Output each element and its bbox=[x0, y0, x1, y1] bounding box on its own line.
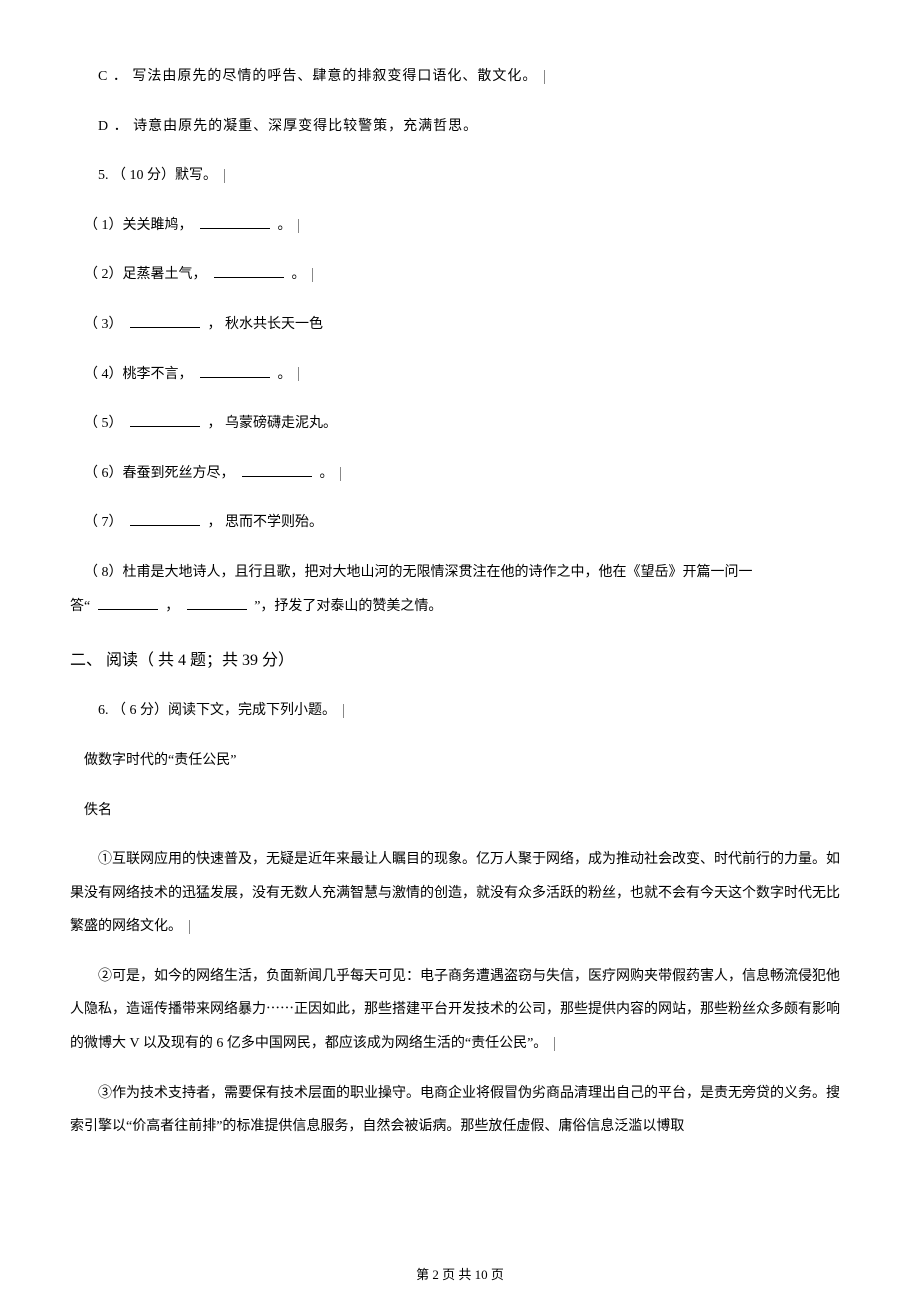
q6-paragraph-2: ②可是，如今的网络生活，负面新闻几乎每天可见：电子商务遭遇盗窃与失信，医疗网购夹… bbox=[70, 960, 850, 1061]
q5-heading-text: 5. （ 10 分）默写。 bbox=[98, 168, 217, 183]
section-2-heading: 二、 阅读（ 共 4 题；共 39 分） bbox=[70, 643, 850, 678]
q5-item-8-c: ， bbox=[165, 599, 179, 614]
q5-item-5: （ 5） ， 乌蒙磅礴走泥丸。 bbox=[70, 407, 850, 441]
q5-item-1: （ 1）关关雎鸠， 。 bbox=[70, 209, 850, 243]
section-2-text: 二、 阅读（ 共 4 题；共 39 分） bbox=[70, 652, 294, 669]
q6-p2-text: ②可是，如今的网络生活，负面新闻几乎每天可见：电子商务遭遇盗窃与失信，医疗网购夹… bbox=[70, 969, 840, 1051]
option-d-text: D ． 诗意由原先的凝重、深厚变得比较警策，充满哲思。 bbox=[98, 119, 478, 134]
q5-item-8-line2: 答“ ， ”，抒发了对泰山的赞美之情。 bbox=[70, 590, 850, 624]
tick-mark bbox=[339, 467, 341, 481]
q5-item-8-line1: （ 8）杜甫是大地诗人，且行且歌，把对大地山河的无限情深贯注在他的诗作之中，他在… bbox=[70, 556, 850, 590]
tick-mark bbox=[188, 920, 190, 934]
option-d: D ． 诗意由原先的凝重、深厚变得比较警策，充满哲思。 bbox=[70, 110, 850, 144]
tick-mark bbox=[543, 70, 545, 84]
q5-item-1-pre: （ 1）关关雎鸠， bbox=[84, 218, 193, 233]
blank-input[interactable] bbox=[200, 215, 270, 229]
option-c-text: C ． 写法由原先的尽情的呼告、肆意的排叙变得口语化、散文化。 bbox=[98, 69, 537, 84]
tick-mark bbox=[297, 367, 299, 381]
q5-item-2-pre: （ 2）足蒸暑土气， bbox=[84, 267, 207, 282]
blank-input[interactable] bbox=[187, 596, 247, 610]
q5-heading: 5. （ 10 分）默写。 bbox=[70, 159, 850, 193]
q6-title-text: 做数字时代的“责任公民” bbox=[84, 753, 236, 768]
tick-mark bbox=[223, 169, 225, 183]
page-number: 第 2 页 共 10 页 bbox=[416, 1267, 504, 1282]
q5-item-1-post: 。 bbox=[278, 218, 292, 233]
q6-heading-text: 6. （ 6 分）阅读下文，完成下列小题。 bbox=[98, 703, 336, 718]
q5-item-3-pre: （ 3） bbox=[84, 317, 123, 332]
q5-item-6-pre: （ 6）春蚕到死丝方尽， bbox=[84, 466, 235, 481]
q6-p3-text: ③作为技术支持者，需要保有技术层面的职业操守。电商企业将假冒伪劣商品清理出自己的… bbox=[70, 1086, 840, 1135]
q5-item-2: （ 2）足蒸暑土气， 。 bbox=[70, 258, 850, 292]
blank-input[interactable] bbox=[98, 596, 158, 610]
q5-item-3-post: ， 秋水共长天一色 bbox=[208, 317, 324, 332]
blank-input[interactable] bbox=[214, 264, 284, 278]
tick-mark bbox=[342, 704, 344, 718]
blank-input[interactable] bbox=[200, 364, 270, 378]
option-c: C ． 写法由原先的尽情的呼告、肆意的排叙变得口语化、散文化。 bbox=[70, 60, 850, 94]
q5-item-8-text: （ 8）杜甫是大地诗人，且行且歌，把对大地山河的无限情深贯注在他的诗作之中，他在… bbox=[84, 565, 753, 580]
q5-item-8-d: ”，抒发了对泰山的赞美之情。 bbox=[254, 599, 442, 614]
q5-item-7-pre: （ 7） bbox=[84, 515, 123, 530]
q5-item-2-post: 。 bbox=[292, 267, 306, 282]
q6-heading: 6. （ 6 分）阅读下文，完成下列小题。 bbox=[70, 694, 850, 728]
q6-passage-title: 做数字时代的“责任公民” bbox=[70, 744, 850, 778]
tick-mark bbox=[297, 219, 299, 233]
q5-item-8-b: 答“ bbox=[70, 599, 90, 614]
page-footer: 第 2 页 共 10 页 bbox=[0, 1264, 920, 1283]
blank-input[interactable] bbox=[130, 314, 200, 328]
tick-mark bbox=[311, 268, 313, 282]
tick-mark bbox=[553, 1037, 555, 1051]
q6-paragraph-3: ③作为技术支持者，需要保有技术层面的职业操守。电商企业将假冒伪劣商品清理出自己的… bbox=[70, 1077, 850, 1144]
q5-item-7-post: ， 思而不学则殆。 bbox=[208, 515, 324, 530]
q6-paragraph-1: ①互联网应用的快速普及，无疑是近年来最让人瞩目的现象。亿万人聚于网络，成为推动社… bbox=[70, 843, 850, 944]
q6-author-text: 佚名 bbox=[84, 803, 112, 818]
q5-item-6-post: 。 bbox=[320, 466, 334, 481]
q5-item-4-pre: （ 4）桃李不言， bbox=[84, 367, 193, 382]
q6-author: 佚名 bbox=[70, 794, 850, 828]
blank-input[interactable] bbox=[130, 413, 200, 427]
q5-item-7: （ 7） ， 思而不学则殆。 bbox=[70, 506, 850, 540]
q6-p1-text: ①互联网应用的快速普及，无疑是近年来最让人瞩目的现象。亿万人聚于网络，成为推动社… bbox=[70, 852, 840, 934]
q5-item-4-post: 。 bbox=[278, 367, 292, 382]
q5-item-6: （ 6）春蚕到死丝方尽， 。 bbox=[70, 457, 850, 491]
q5-item-4: （ 4）桃李不言， 。 bbox=[70, 358, 850, 392]
q5-item-5-pre: （ 5） bbox=[84, 416, 123, 431]
q5-item-5-post: ， 乌蒙磅礴走泥丸。 bbox=[208, 416, 338, 431]
blank-input[interactable] bbox=[130, 512, 200, 526]
blank-input[interactable] bbox=[242, 463, 312, 477]
q5-item-3: （ 3） ， 秋水共长天一色 bbox=[70, 308, 850, 342]
